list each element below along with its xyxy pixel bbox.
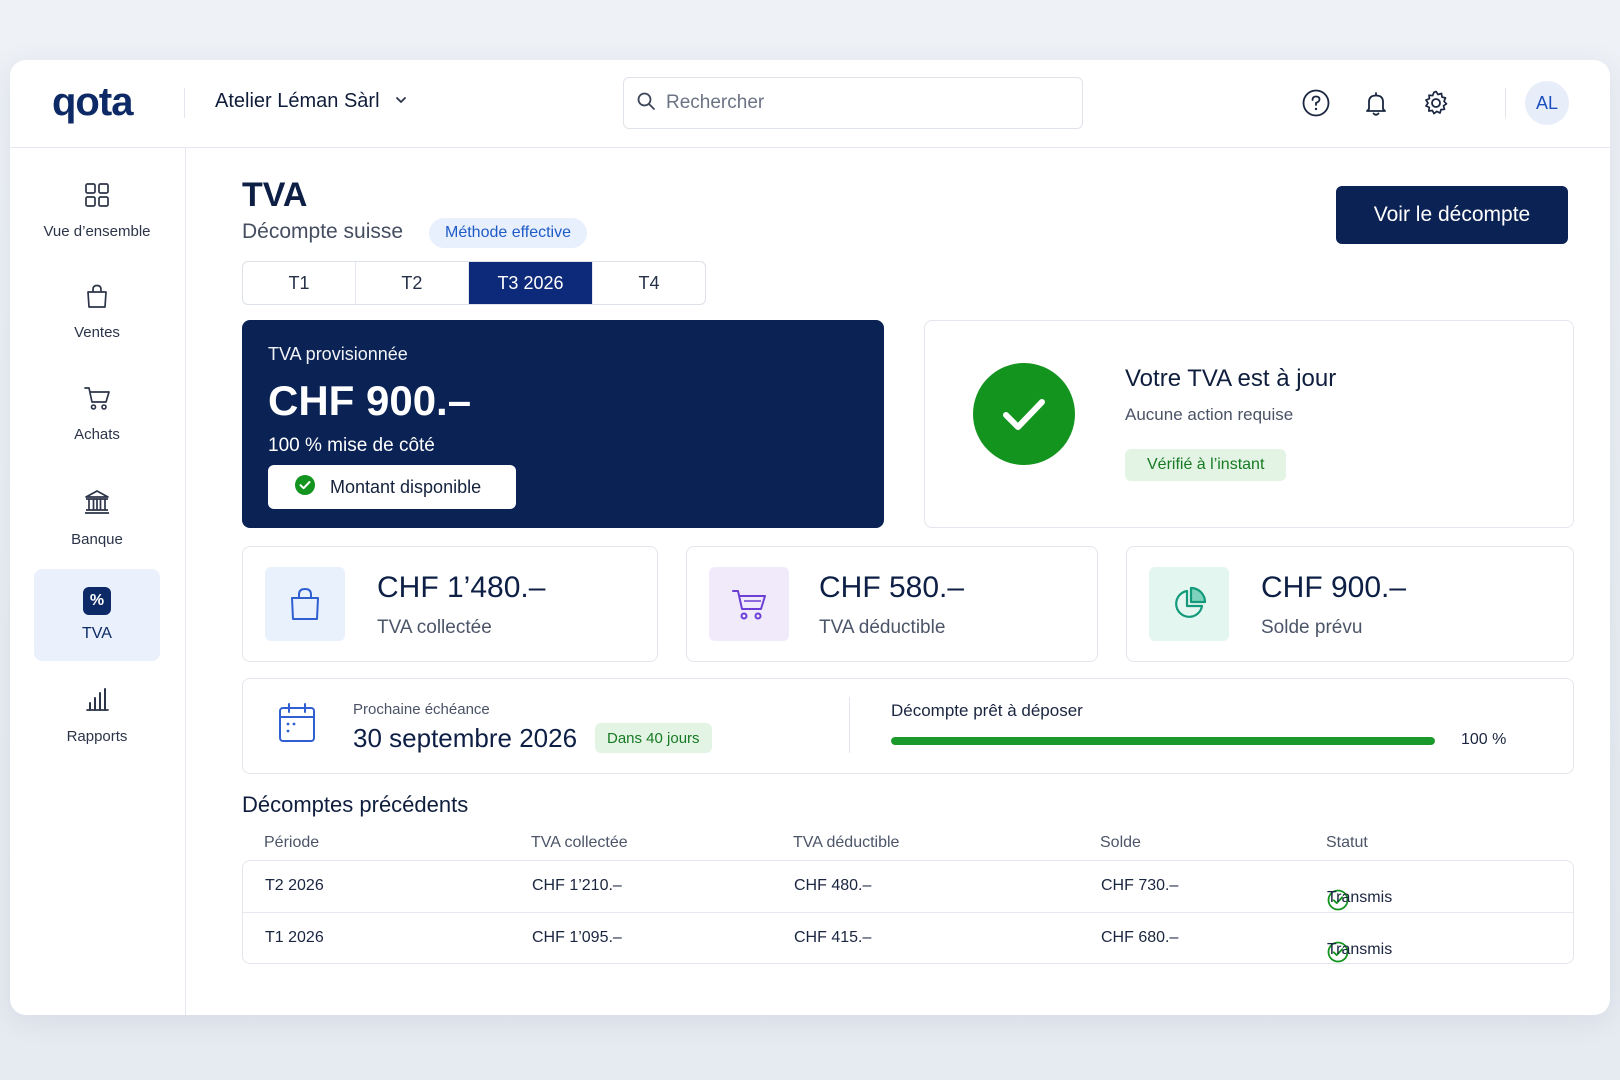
provision-amount: CHF 900.–	[268, 377, 472, 424]
history-title: Décomptes précédents	[242, 792, 469, 817]
verified-badge: Vérifié à l’instant	[1125, 449, 1287, 481]
stat-card-balance: CHF 900.– Solde prévu	[1126, 546, 1574, 662]
shopping-bag-icon	[265, 567, 345, 641]
column-header[interactable]: TVA déductible	[793, 834, 899, 852]
table-row[interactable]: T2 2026 CHF 1’210.– CHF 480.– CHF 730.– …	[243, 861, 1573, 912]
chevron-down-icon	[394, 90, 408, 113]
column-header[interactable]: Période	[264, 834, 319, 852]
view-statement-button[interactable]: Voir le décompte	[1336, 186, 1568, 244]
column-header[interactable]: Statut	[1326, 834, 1368, 852]
status-card: Votre TVA est à jour Aucune action requi…	[924, 320, 1574, 528]
progress-bar	[891, 737, 1435, 745]
sidebar-item-bank[interactable]: Banque	[34, 472, 160, 564]
app-window: qota Atelier Léman Sàrl AL	[10, 60, 1610, 1015]
sidebar-item-label: Achats	[74, 426, 120, 443]
cell-deductible: CHF 480.–	[794, 877, 872, 894]
stat-card-deductible: CHF 580.– TVA déductible	[686, 546, 1098, 662]
stat-caption: Solde prévu	[1261, 617, 1363, 638]
sidebar-item-tva[interactable]: % TVA	[34, 569, 160, 661]
tab-t1[interactable]: T1	[243, 262, 356, 304]
sidebar: Vue d’ensemble Ventes Achats Banque % TV…	[10, 148, 186, 1015]
status-label: Transmis	[1327, 941, 1393, 958]
top-bar: qota Atelier Léman Sàrl AL	[10, 60, 1610, 148]
tab-t2[interactable]: T2	[356, 262, 469, 304]
sidebar-item-reports[interactable]: Rapports	[34, 669, 160, 761]
progress-label: Décompte prêt à déposer	[891, 701, 1083, 720]
sidebar-item-label: Rapports	[66, 728, 128, 745]
days-remaining-badge: Dans 40 jours	[595, 723, 712, 753]
cell-period: T2 2026	[265, 877, 324, 894]
deadline-card: Prochaine échéance 30 septembre 2026 Dan…	[242, 678, 1574, 774]
method-badge: Méthode effective	[429, 218, 588, 248]
search-input[interactable]	[666, 92, 1046, 114]
status-subtitle: Aucune action requise	[1125, 405, 1294, 424]
app-logo[interactable]: qota	[52, 80, 133, 125]
organization-name: Atelier Léman Sàrl	[215, 90, 380, 112]
sidebar-item-label: Ventes	[74, 324, 120, 341]
header-divider	[184, 88, 185, 118]
sidebar-item-overview[interactable]: Vue d’ensemble	[34, 165, 160, 257]
provision-set-aside: 100 % mise de côté	[268, 435, 435, 456]
page-title: TVA	[242, 176, 308, 214]
stat-value: CHF 1’480.–	[377, 571, 546, 604]
stat-caption: TVA déductible	[819, 617, 946, 638]
next-deadline-label: Prochaine échéance	[353, 701, 490, 718]
next-deadline-date: 30 septembre 2026	[353, 723, 578, 753]
search-box[interactable]	[623, 77, 1083, 129]
progress-fill	[891, 737, 1435, 745]
sidebar-item-sales[interactable]: Ventes	[34, 266, 160, 358]
page-subtitle: Décompte suisse	[242, 220, 404, 243]
tab-t4[interactable]: T4	[593, 262, 705, 304]
stat-caption: TVA collectée	[377, 617, 492, 638]
divider	[849, 697, 850, 753]
provision-card: TVA provisionnée CHF 900.– 100 % mise de…	[242, 320, 884, 528]
calendar-icon	[277, 701, 317, 750]
bank-icon	[83, 488, 111, 521]
shopping-bag-icon	[84, 283, 110, 314]
check-icon	[973, 363, 1075, 465]
cell-collected: CHF 1’210.–	[532, 877, 622, 894]
header-divider	[1505, 88, 1506, 118]
cell-balance: CHF 730.–	[1101, 877, 1179, 894]
bar-chart-icon	[83, 685, 111, 718]
cart-icon	[83, 385, 111, 416]
cell-deductible: CHF 415.–	[794, 929, 872, 946]
sidebar-item-label: Vue d’ensemble	[43, 223, 151, 240]
cell-balance: CHF 680.–	[1101, 929, 1179, 946]
bell-icon[interactable]	[1360, 87, 1392, 119]
available-amount-label: Montant disponible	[330, 476, 482, 497]
sidebar-item-label: TVA	[82, 625, 112, 642]
help-icon[interactable]	[1300, 87, 1332, 119]
available-amount-chip: Montant disponible	[268, 465, 516, 509]
pie-chart-icon	[1149, 567, 1229, 641]
check-circle-icon	[294, 474, 316, 501]
cell-period: T1 2026	[265, 929, 324, 946]
gear-icon[interactable]	[1420, 87, 1452, 119]
percent-icon: %	[83, 587, 111, 615]
avatar[interactable]: AL	[1525, 81, 1569, 125]
stat-value: CHF 900.–	[1261, 571, 1407, 604]
column-header[interactable]: Solde	[1100, 834, 1141, 852]
sidebar-item-label: Banque	[71, 531, 123, 548]
quarter-tabs: T1 T2 T3 2026 T4	[242, 261, 706, 305]
cart-icon	[709, 567, 789, 641]
status-label: Transmis	[1327, 889, 1393, 906]
history-table: T2 2026 CHF 1’210.– CHF 480.– CHF 730.– …	[242, 860, 1574, 964]
cell-collected: CHF 1’095.–	[532, 929, 622, 946]
table-row[interactable]: T1 2026 CHF 1’095.– CHF 415.– CHF 680.– …	[243, 912, 1573, 963]
progress-value: 100 %	[1461, 731, 1507, 748]
stat-card-collected: CHF 1’480.– TVA collectée	[242, 546, 658, 662]
stat-value: CHF 580.–	[819, 571, 965, 604]
tab-t3-2026[interactable]: T3 2026	[468, 262, 594, 304]
table-header: Période TVA collectée TVA déductible Sol…	[242, 834, 1574, 858]
status-title: Votre TVA est à jour	[1125, 365, 1337, 392]
main-content: TVA Décompte suisse Méthode effective Vo…	[186, 148, 1610, 1015]
grid-icon	[84, 182, 110, 213]
column-header[interactable]: TVA collectée	[531, 834, 628, 852]
provision-label: TVA provisionnée	[268, 344, 408, 364]
sidebar-item-purchases[interactable]: Achats	[34, 368, 160, 460]
organization-switcher[interactable]: Atelier Léman Sàrl	[215, 90, 408, 113]
search-icon	[636, 91, 656, 116]
